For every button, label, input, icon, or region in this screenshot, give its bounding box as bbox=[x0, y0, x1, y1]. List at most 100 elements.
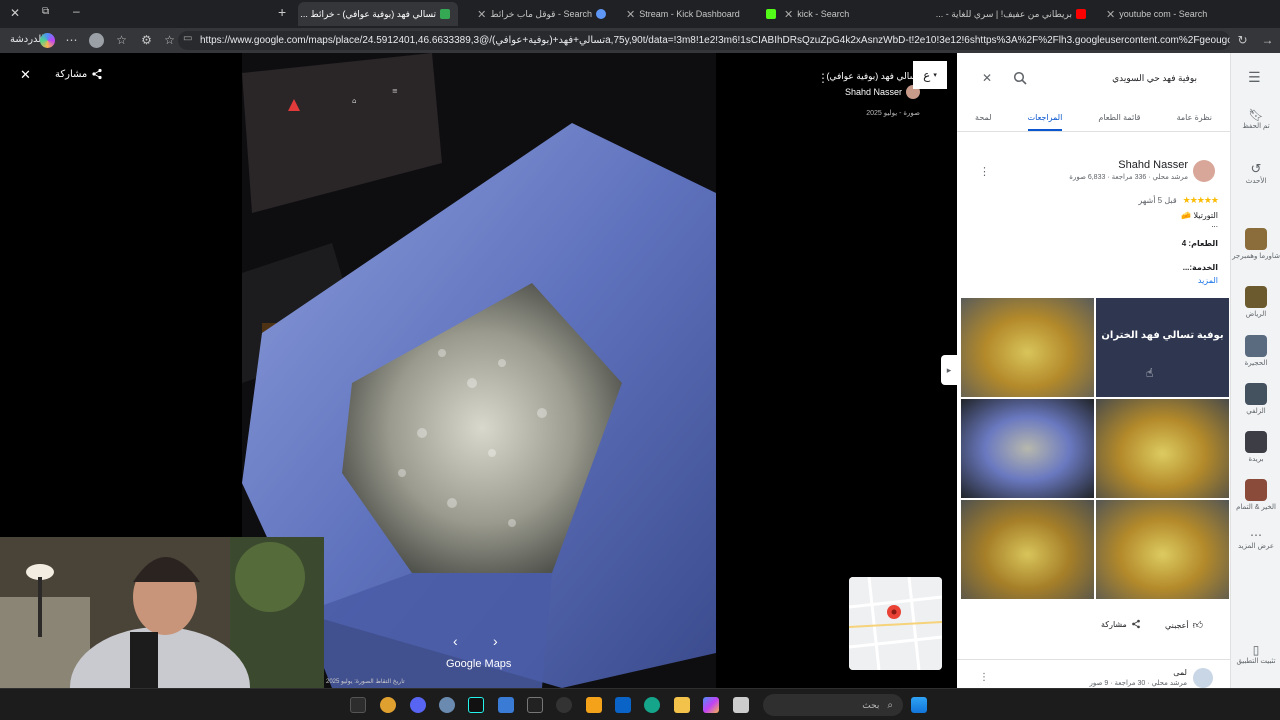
tab-search-maps[interactable]: Search - قوقل ماب خرائط ✕ bbox=[462, 2, 614, 26]
next-review-more-icon[interactable]: ⋮ bbox=[979, 672, 989, 683]
back-icon[interactable]: → bbox=[1260, 33, 1275, 48]
close-viewer-button[interactable]: ✕ bbox=[20, 67, 31, 83]
review-photos: بوفية تسالي فهد الختران ☝ bbox=[961, 298, 1229, 599]
browser-toolbar: الدردشة ⋯ ☆ ⚙ ☆ ▭ https://www.google.com… bbox=[0, 28, 1280, 53]
new-tab-icon[interactable]: + bbox=[278, 4, 286, 20]
rail-saved[interactable]: 🔖︎ تم الحفظ bbox=[1231, 108, 1280, 130]
copilot-icon[interactable] bbox=[40, 33, 55, 48]
tab-menu[interactable]: قائمة الطعام bbox=[1098, 108, 1140, 131]
reviewer-avatar[interactable] bbox=[1193, 160, 1215, 182]
menu-icon[interactable]: ☰ bbox=[1248, 69, 1261, 86]
review-time: قبل 5 أشهر bbox=[1138, 196, 1177, 205]
reviewer-name[interactable]: Shahd Nasser bbox=[1069, 159, 1188, 171]
performance-icon[interactable]: ⚙ bbox=[139, 33, 154, 48]
restore-window-icon[interactable]: ⧉ bbox=[42, 6, 49, 17]
tiktok-icon[interactable] bbox=[468, 697, 484, 713]
collapse-sidebar-button[interactable]: ▸ bbox=[941, 355, 957, 385]
rail-recent[interactable]: ↺ الأحدث bbox=[1231, 161, 1280, 185]
tab-reviews[interactable]: المراجعات bbox=[1027, 108, 1063, 131]
desktop-icon[interactable] bbox=[733, 697, 749, 713]
like-button[interactable]: أعجبني 👍︎ bbox=[1165, 619, 1203, 631]
outlook-icon[interactable] bbox=[615, 697, 631, 713]
rail-show-more[interactable]: ⋯ عرض المزيد bbox=[1231, 528, 1280, 550]
review-photo-fries-3[interactable] bbox=[961, 500, 1094, 599]
obs-icon[interactable] bbox=[556, 697, 572, 713]
window-icon[interactable] bbox=[498, 697, 514, 713]
rail-recent-place[interactable]: الخير & التمام bbox=[1231, 479, 1280, 511]
address-bar[interactable]: ▭ https://www.google.com/maps/place/تسال… bbox=[178, 31, 1230, 50]
language-badge[interactable]: ع ▾ bbox=[913, 61, 947, 89]
next-reviewer-name[interactable]: لمى bbox=[1173, 668, 1187, 677]
previous-photo-button[interactable]: ‹ bbox=[453, 633, 458, 649]
place-name: تسالي فهد (بوفية عوافي) bbox=[826, 71, 920, 81]
search-icon[interactable] bbox=[1013, 71, 1027, 85]
next-reviewer-meta: مرشد محلي · 30 مراجعة · 9 صور bbox=[1089, 680, 1187, 687]
close-tab-icon[interactable]: ✕ bbox=[477, 8, 486, 21]
hand-cursor-icon: ☝ bbox=[1146, 366, 1154, 380]
review-more-link[interactable]: المزيد bbox=[1198, 276, 1218, 285]
tab-google-maps[interactable]: تسالي فهد (بوفية عوافي) - خرائط ... ✕ bbox=[298, 2, 458, 26]
terminal-icon[interactable] bbox=[350, 697, 366, 713]
thumbs-up-icon: 👍︎ bbox=[1192, 620, 1204, 631]
rail-label: تم الحفظ bbox=[1242, 123, 1270, 130]
discord-icon[interactable] bbox=[410, 697, 426, 713]
clear-search-icon[interactable]: ✕ bbox=[975, 71, 999, 85]
next-photo-button[interactable]: › bbox=[493, 633, 498, 649]
share-label: مشاركة bbox=[55, 68, 88, 80]
tab-title: Search - قوقل ماب خرائط bbox=[490, 8, 592, 19]
tab-youtube-search[interactable]: ✕ youtube com - Search bbox=[1098, 2, 1258, 26]
tab-youtube-video[interactable]: بريطاني من عفيف! | سري للغاية - ... ✕ bbox=[936, 2, 1094, 26]
share-button[interactable]: مشاركة bbox=[55, 68, 103, 80]
author-row[interactable]: Shahd Nasser bbox=[820, 85, 920, 99]
close-window-icon[interactable]: ✕ bbox=[10, 6, 20, 20]
search-box[interactable]: ✕ bbox=[975, 63, 1222, 93]
chevron-down-icon: ▾ bbox=[933, 72, 937, 79]
reload-icon[interactable]: ↻ bbox=[1235, 33, 1250, 48]
folder-icon[interactable] bbox=[674, 697, 690, 713]
rail-recent-place[interactable]: الحجيرة bbox=[1231, 335, 1280, 367]
close-tab-icon[interactable]: ✕ bbox=[626, 8, 635, 21]
review-photo-fries-4[interactable] bbox=[1096, 500, 1229, 599]
review-photo-fries-2[interactable] bbox=[1096, 399, 1229, 498]
more-options-icon[interactable]: ⋮ bbox=[817, 71, 829, 85]
rail-recent-place[interactable]: الرياض bbox=[1231, 286, 1280, 318]
favorites-icon[interactable]: ☆ bbox=[114, 33, 129, 48]
review-photo-popcorn[interactable] bbox=[961, 399, 1094, 498]
review-more-icon[interactable]: ⋮ bbox=[979, 165, 990, 178]
profile-avatar-icon[interactable] bbox=[89, 33, 104, 48]
add-favorite-icon[interactable]: ☆ bbox=[162, 33, 177, 48]
rail-recent-place[interactable]: شاورما وهمبرجر bbox=[1231, 228, 1280, 260]
tab-title: بريطاني من عفيف! | سري للغاية - ... bbox=[936, 8, 1072, 19]
minimize-window-icon[interactable]: – bbox=[73, 4, 80, 18]
tab-title: Stream - Kick Dashboard bbox=[639, 9, 740, 19]
rail-install-app[interactable]: ▯ تثبيت التطبيق bbox=[1231, 643, 1280, 665]
tab-about[interactable]: لمحة bbox=[975, 108, 992, 131]
place-thumbnail bbox=[1245, 479, 1267, 501]
tab-kick-dashboard[interactable]: ✕ Stream - Kick Dashboard bbox=[618, 2, 758, 26]
close-tab-icon[interactable]: ✕ bbox=[1106, 8, 1115, 21]
rail-recent-place[interactable]: الزلفي bbox=[1231, 383, 1280, 415]
taskbar-search[interactable]: ⌕ بحث bbox=[763, 694, 903, 716]
rail-recent-place[interactable]: بريدة bbox=[1231, 431, 1280, 463]
reviewer-meta: مرشد محلي · 336 مراجعة · 6,833 صورة bbox=[1069, 174, 1188, 181]
search-input[interactable] bbox=[1027, 73, 1197, 83]
edge-icon[interactable] bbox=[644, 697, 660, 713]
tab-overview[interactable]: نظرة عامة bbox=[1177, 108, 1212, 131]
next-reviewer-avatar[interactable] bbox=[1193, 668, 1213, 688]
ctrl-icon[interactable] bbox=[527, 697, 543, 713]
tab-kick-search[interactable]: ✕ kick - Search bbox=[758, 2, 928, 26]
mini-map[interactable] bbox=[849, 577, 942, 670]
more-menu-icon[interactable]: ⋯ bbox=[64, 33, 79, 48]
review-share-button[interactable]: مشاركة bbox=[1101, 619, 1141, 629]
review-photo-sign[interactable]: بوفية تسالي فهد الختران ☝ bbox=[1096, 298, 1229, 397]
close-tab-icon[interactable]: ✕ bbox=[784, 8, 793, 21]
start-icon[interactable] bbox=[911, 697, 927, 713]
settings-icon[interactable] bbox=[439, 697, 455, 713]
app-icon[interactable] bbox=[380, 697, 396, 713]
split-screen-icon[interactable]: ▭ bbox=[183, 33, 192, 44]
chat-label[interactable]: الدردشة bbox=[10, 34, 44, 45]
copilot-taskbar-icon[interactable] bbox=[703, 697, 719, 713]
store-icon[interactable] bbox=[586, 697, 602, 713]
review-photo-fries[interactable] bbox=[961, 298, 1094, 397]
share-icon bbox=[92, 68, 102, 80]
